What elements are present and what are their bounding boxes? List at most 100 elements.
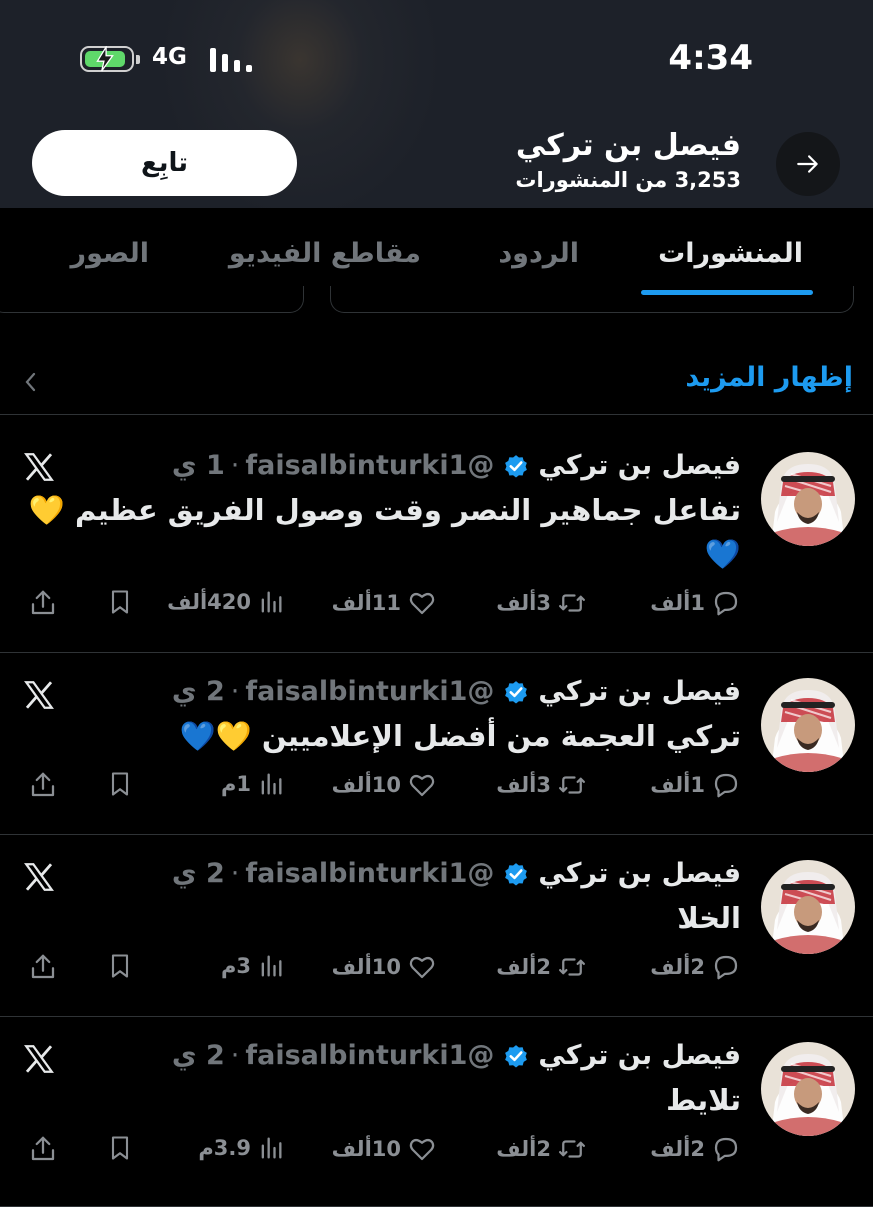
reply-button[interactable]: 2ألف: [650, 952, 741, 982]
retweet-count: 2ألف: [496, 955, 551, 979]
tweet-age[interactable]: 2 ي: [172, 676, 225, 707]
view-count: 3.9م: [198, 1136, 251, 1160]
verified-badge-icon: [505, 454, 528, 478]
tweet-age[interactable]: 2 ي: [172, 1040, 225, 1071]
reply-button[interactable]: 2ألف: [650, 1134, 741, 1164]
author-name[interactable]: فيصل بن تركي: [538, 1040, 741, 1071]
card-edge: [0, 286, 304, 313]
avatar-image: [761, 860, 855, 954]
follow-button[interactable]: تابِع: [32, 130, 297, 196]
share-button[interactable]: [22, 588, 58, 618]
bookmark-icon: [111, 590, 129, 614]
x-logo-icon: [24, 1045, 54, 1073]
tab-posts[interactable]: المنشورات: [658, 238, 803, 269]
avatar[interactable]: [761, 452, 855, 546]
share-icon: [31, 1136, 55, 1161]
heart-icon: [409, 956, 435, 979]
verified-badge-icon: [505, 862, 528, 886]
avatar-image: [761, 678, 855, 772]
views-button[interactable]: 420ألف: [167, 588, 285, 616]
heart-icon: [409, 1138, 435, 1161]
tab-photos[interactable]: الصور: [71, 238, 149, 269]
share-icon: [31, 772, 55, 797]
reply-button[interactable]: 1ألف: [650, 588, 741, 618]
avatar[interactable]: [761, 860, 855, 954]
views-chart-icon: [261, 1137, 282, 1159]
tweet[interactable]: فيصل بن تركي @faisalbinturki1 · 1 ي تفاعل جم…: [0, 416, 873, 653]
author-name[interactable]: فيصل بن تركي: [538, 676, 741, 707]
separator-dot: ·: [230, 450, 240, 481]
retweet-button[interactable]: 2ألف: [496, 952, 587, 982]
avatar[interactable]: [761, 678, 855, 772]
tweet-text: تركي العجمة من أفضل الإعلاميين 💛💙: [179, 719, 742, 753]
reply-button[interactable]: 1ألف: [650, 770, 741, 800]
tweet[interactable]: فيصل بن تركي @faisalbinturki1 · 2 ي تركي الع…: [0, 652, 873, 835]
retweet-button[interactable]: 3ألف: [496, 770, 587, 800]
views-button[interactable]: 1م: [221, 770, 285, 798]
like-count: 10ألف: [331, 955, 401, 979]
tweet[interactable]: فيصل بن تركي @faisalbinturki1 · 2 ي تلايط 2أل…: [0, 1016, 873, 1207]
share-button[interactable]: [22, 770, 58, 800]
views-button[interactable]: 3م: [221, 952, 285, 980]
author-name[interactable]: فيصل بن تركي: [538, 450, 741, 481]
separator-dot: ·: [230, 676, 240, 707]
avatar[interactable]: [761, 1042, 855, 1136]
views-chart-icon: [261, 955, 282, 977]
bookmark-icon: [111, 954, 129, 978]
author-handle[interactable]: @faisalbinturki1: [245, 450, 494, 481]
clock: 4:34: [668, 38, 753, 78]
tweet-age[interactable]: 2 ي: [172, 858, 225, 889]
retweet-count: 3ألف: [496, 773, 551, 797]
like-count: 10ألف: [331, 773, 401, 797]
card-edge: [330, 286, 854, 313]
tweet-actions: 1ألف 3ألف 10ألف 1م: [0, 770, 873, 810]
bookmark-icon: [111, 1136, 129, 1160]
retweet-button[interactable]: 2ألف: [496, 1134, 587, 1164]
reply-icon: [714, 1137, 738, 1162]
back-button[interactable]: [776, 132, 840, 196]
x-logo-icon: [24, 453, 54, 481]
author-handle[interactable]: @faisalbinturki1: [245, 676, 494, 707]
share-button[interactable]: [22, 1134, 58, 1164]
retweet-count: 3ألف: [496, 591, 551, 615]
reply-count: 2ألف: [650, 955, 705, 979]
bookmark-button[interactable]: [100, 1134, 134, 1162]
tab-videos[interactable]: مقاطع الفيديو: [229, 238, 421, 269]
retweet-icon: [559, 958, 585, 976]
share-button[interactable]: [22, 952, 58, 982]
views-chart-icon: [261, 773, 282, 795]
show-more-row[interactable]: إظهار المزيد: [0, 352, 873, 415]
tweet[interactable]: فيصل بن تركي @faisalbinturki1 · 2 ي الخلا 2أل…: [0, 834, 873, 1017]
like-button[interactable]: 10ألف: [332, 952, 437, 982]
retweet-icon: [559, 594, 585, 612]
bookmark-button[interactable]: [100, 952, 134, 980]
like-button[interactable]: 11ألف: [332, 588, 437, 618]
views-chart-icon: [261, 591, 282, 613]
retweet-icon: [559, 776, 585, 794]
like-button[interactable]: 10ألف: [332, 1134, 437, 1164]
tweet-actions: 2ألف 2ألف 10ألف 3.9م: [0, 1134, 873, 1174]
view-count: 420ألف: [167, 590, 251, 614]
tweet-header: فيصل بن تركي @faisalbinturki1 · 2 ي: [172, 1040, 741, 1071]
x-logo-icon: [24, 863, 54, 891]
views-button[interactable]: 3.9م: [198, 1134, 285, 1162]
reply-count: 2ألف: [650, 1137, 705, 1161]
reply-count: 1ألف: [650, 591, 705, 615]
bookmark-button[interactable]: [100, 588, 134, 616]
arrow-right-icon: [797, 155, 818, 173]
bookmark-icon: [111, 772, 129, 796]
verified-badge-icon: [505, 1044, 528, 1068]
tab-replies[interactable]: الردود: [498, 238, 579, 269]
author-handle[interactable]: @faisalbinturki1: [245, 1040, 494, 1071]
network-type: 4G: [152, 44, 187, 70]
share-icon: [31, 954, 55, 979]
retweet-button[interactable]: 3ألف: [496, 588, 587, 618]
author-handle[interactable]: @faisalbinturki1: [245, 858, 494, 889]
tweet-age[interactable]: 1 ي: [172, 450, 225, 481]
bookmark-button[interactable]: [100, 770, 134, 798]
author-name[interactable]: فيصل بن تركي: [538, 858, 741, 889]
battery-icon: [80, 46, 140, 72]
show-more-link[interactable]: إظهار المزيد: [685, 362, 853, 393]
like-button[interactable]: 10ألف: [332, 770, 437, 800]
avatar-image: [761, 452, 855, 546]
